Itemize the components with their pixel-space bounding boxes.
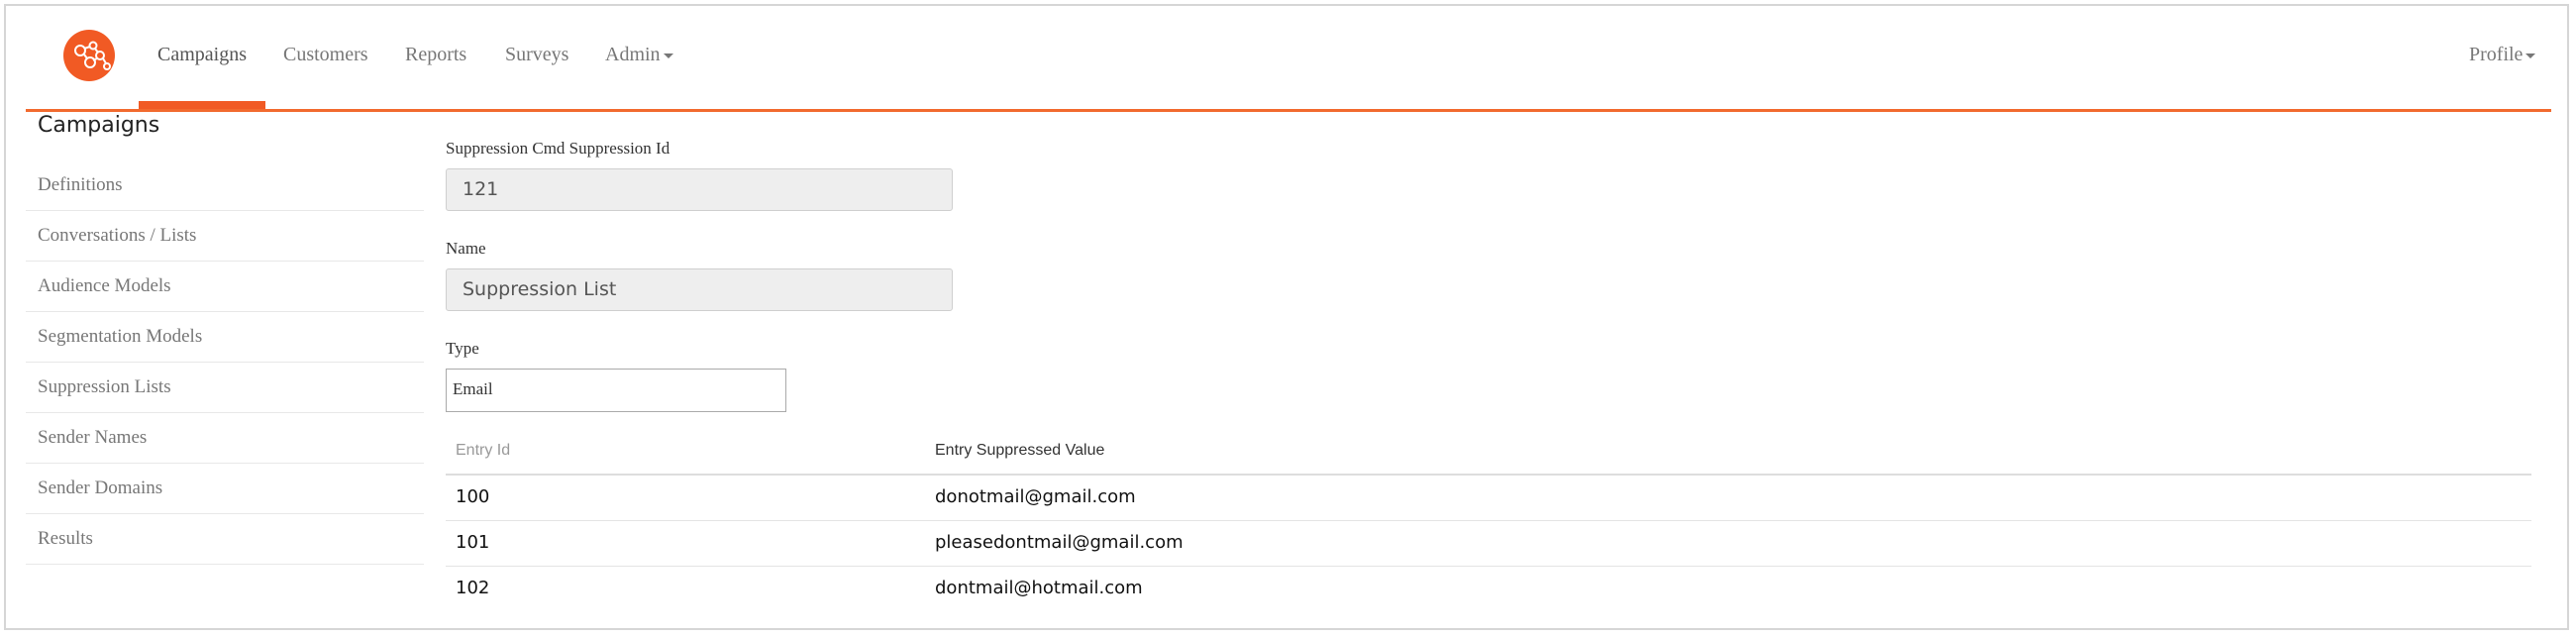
sidebar-nav: Definitions Conversations / Lists Audien…: [26, 160, 424, 565]
sidebar-item-segmentation-models[interactable]: Segmentation Models: [26, 312, 424, 363]
column-header-entry-id: Entry Id: [456, 442, 511, 459]
chevron-down-icon: [2525, 53, 2536, 58]
nav-reports[interactable]: Reports: [405, 6, 466, 109]
type-select[interactable]: Email: [446, 369, 786, 412]
column-header-suppressed-value: Entry Suppressed Value: [935, 442, 1105, 459]
entry-value-cell: donotmail@gmail.com: [935, 486, 1136, 507]
brand-logo-icon[interactable]: [63, 30, 115, 81]
table-row[interactable]: 101 pleasedontmail@gmail.com: [446, 521, 2531, 567]
entry-value-cell: dontmail@hotmail.com: [935, 578, 1143, 598]
top-navbar: Campaigns Customers Reports Surveys Admi…: [26, 6, 2551, 112]
entry-value-cell: pleasedontmail@gmail.com: [935, 532, 1184, 553]
entry-id-cell: 102: [456, 578, 490, 598]
suppression-id-label: Suppression Cmd Suppression Id: [446, 139, 670, 158]
nav-profile-label: Profile: [2469, 44, 2524, 65]
name-label: Name: [446, 239, 486, 258]
nav-surveys[interactable]: Surveys: [505, 6, 568, 109]
sidebar-item-definitions[interactable]: Definitions: [26, 160, 424, 211]
table-row[interactable]: 100 donotmail@gmail.com: [446, 476, 2531, 521]
chevron-down-icon: [663, 53, 673, 58]
nav-admin-dropdown[interactable]: Admin: [605, 6, 673, 109]
sidebar-item-suppression-lists[interactable]: Suppression Lists: [26, 363, 424, 413]
sidebar-title: Campaigns: [38, 113, 160, 138]
nav-admin-label: Admin: [605, 44, 661, 65]
table-header: Entry Id Entry Suppressed Value: [446, 430, 2531, 476]
sidebar-item-results[interactable]: Results: [26, 514, 424, 565]
sidebar-item-sender-names[interactable]: Sender Names: [26, 413, 424, 464]
sidebar-item-sender-domains[interactable]: Sender Domains: [26, 464, 424, 514]
active-tab-indicator: [139, 101, 265, 109]
entry-id-cell: 101: [456, 532, 490, 553]
name-field: Suppression List: [446, 268, 953, 311]
suppression-entries-table: Entry Id Entry Suppressed Value 100 dono…: [446, 430, 2531, 611]
nav-campaigns[interactable]: Campaigns: [157, 6, 247, 109]
sidebar-item-audience-models[interactable]: Audience Models: [26, 262, 424, 312]
type-label: Type: [446, 339, 479, 358]
nav-customers[interactable]: Customers: [283, 6, 368, 109]
sidebar-item-conversations-lists[interactable]: Conversations / Lists: [26, 211, 424, 262]
nav-profile-dropdown[interactable]: Profile: [2469, 6, 2536, 109]
entry-id-cell: 100: [456, 486, 490, 507]
table-row[interactable]: 102 dontmail@hotmail.com: [446, 567, 2531, 611]
suppression-id-field: 121: [446, 168, 953, 211]
